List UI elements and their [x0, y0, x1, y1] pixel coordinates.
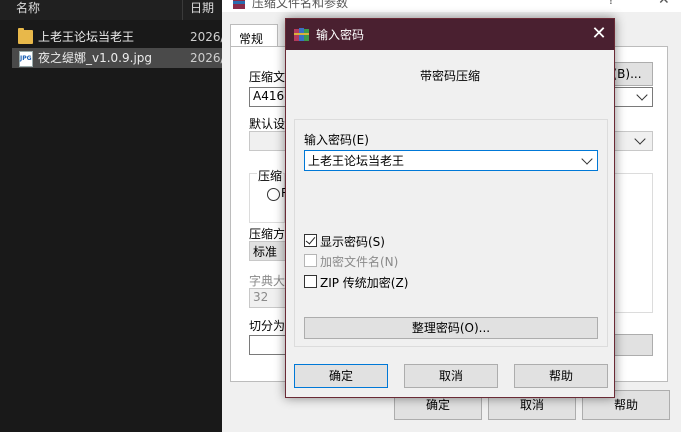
show-password-checkbox[interactable]	[304, 234, 317, 247]
password-label: 输入密码(E)	[304, 133, 369, 147]
chevron-down-icon	[634, 133, 646, 145]
file-date: 2026/	[190, 51, 225, 65]
parent-close-icon[interactable]: ✕	[658, 0, 670, 8]
chevron-down-icon[interactable]	[581, 153, 593, 165]
set-password-button[interactable]	[611, 334, 653, 356]
jpg-badge: JPG	[20, 55, 32, 62]
update-mode-select[interactable]	[611, 131, 653, 151]
file-name: 上老王论坛当老王	[38, 30, 135, 44]
encrypt-filenames-label: 加密文件名(N)	[320, 255, 399, 269]
cancel-button[interactable]: 取消	[404, 364, 498, 388]
help-question-icon[interactable]: ?	[608, 0, 614, 7]
dictionary-label: 字典大	[249, 274, 286, 288]
checkmark-icon	[305, 234, 316, 245]
column-separator[interactable]	[182, 0, 183, 20]
parent-title: 压缩文件名和参数	[252, 0, 349, 10]
method-value: 标准	[253, 245, 278, 259]
dialog-caption: 带密码压缩	[419, 69, 480, 83]
password-value: 上老王论坛当老王	[308, 154, 405, 168]
zip-legacy-checkbox[interactable]	[304, 275, 317, 288]
format-radio[interactable]	[267, 188, 280, 201]
column-date-header[interactable]: 日期	[190, 0, 214, 20]
winrar-books-icon	[294, 28, 309, 41]
archive-format-label: 压缩	[257, 167, 284, 184]
explorer-column-header: 名称 日期	[0, 0, 230, 20]
manage-passwords-button[interactable]: 整理密码(O)...	[304, 317, 598, 339]
file-date: 2026/	[190, 30, 225, 44]
tab-general-label: 常规	[239, 32, 264, 46]
winrar-icon	[233, 0, 245, 9]
password-input[interactable]: 上老王论坛当老王	[304, 150, 598, 171]
archive-options-group	[611, 173, 653, 313]
encrypt-filenames-checkbox	[304, 254, 317, 267]
jpg-file-icon: JPG	[19, 51, 33, 67]
close-icon[interactable]: ✕	[586, 21, 612, 47]
dictionary-value: 32	[253, 290, 269, 304]
folder-icon	[18, 28, 33, 44]
password-dialog-title: 输入密码	[316, 28, 365, 42]
file-name: 夜之缇娜_v1.0.9.jpg	[38, 51, 153, 65]
file-row-jpg[interactable]: JPG 夜之缇娜_v1.0.9.jpg 2026/	[12, 48, 230, 68]
enter-password-dialog: 输入密码 ✕ 带密码压缩 输入密码(E) 上老王论坛当老王 显示密码(S) 加密…	[285, 18, 615, 398]
ok-button[interactable]: 确定	[294, 364, 388, 388]
tab-general[interactable]: 常规	[230, 24, 278, 47]
help-button[interactable]: 帮助	[514, 364, 608, 388]
show-password-label[interactable]: 显示密码(S)	[320, 233, 385, 250]
file-row-folder[interactable]: 上老王论坛当老王 2026/	[12, 27, 230, 47]
archive-name-label: 压缩文	[249, 70, 286, 84]
parent-title-bar: 压缩文件名和参数 ? ✕	[222, 0, 681, 12]
split-label: 切分为	[249, 319, 286, 333]
zip-legacy-label[interactable]: ZIP 传统加密(Z)	[320, 274, 408, 291]
method-label: 压缩方	[249, 227, 286, 241]
password-dialog-title-bar[interactable]: 输入密码 ✕	[286, 19, 614, 50]
column-name-header[interactable]: 名称	[16, 0, 40, 20]
default-profile-label: 默认设	[249, 117, 286, 131]
chevron-down-icon	[636, 89, 648, 101]
